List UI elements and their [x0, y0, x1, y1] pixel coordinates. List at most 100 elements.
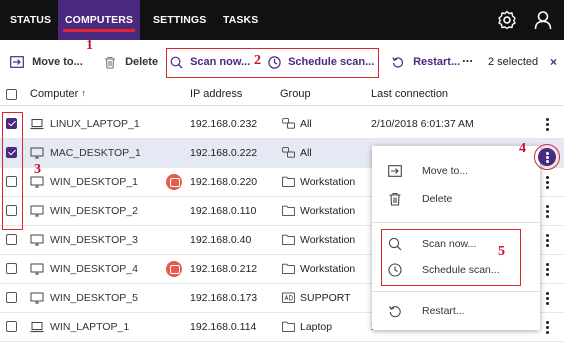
column-header-last-connection[interactable]: Last connection: [371, 88, 448, 100]
last-connection: 2/10/2018 6:01:37 AM: [371, 118, 474, 130]
kebab-dot: [545, 302, 549, 305]
menu-item-label: Restart...: [422, 305, 465, 317]
column-header-ip[interactable]: IP address: [190, 88, 242, 100]
desktop-icon: [30, 205, 44, 217]
group-name: All: [300, 147, 312, 159]
table-header: Computer ↑ IP address Group Last connect…: [0, 84, 564, 106]
restart-icon: [392, 57, 404, 68]
group-name: All: [300, 118, 312, 130]
row-checkbox[interactable]: [6, 234, 17, 245]
warning-badge-icon[interactable]: [166, 174, 182, 190]
desktop-icon: [30, 234, 44, 246]
kebab-dot: [545, 118, 549, 121]
kebab-dot: [545, 234, 549, 237]
annotation-number-2: 2: [254, 53, 261, 68]
clear-selection-button[interactable]: ×: [550, 54, 557, 70]
annotation-number-5: 5: [498, 244, 505, 259]
menu-divider: [372, 222, 540, 223]
restart-button[interactable]: Restart...: [392, 54, 460, 70]
kebab-dot: [545, 297, 549, 300]
computer-name[interactable]: LINUX_LAPTOP_1: [50, 118, 140, 130]
computer-name[interactable]: WIN_DESKTOP_2: [50, 205, 138, 217]
kebab-dot: [545, 181, 549, 184]
desktop-icon: [30, 147, 44, 159]
computer-name[interactable]: WIN_DESKTOP_5: [50, 292, 138, 304]
group-name: SUPPORT: [300, 292, 351, 304]
tab-computers[interactable]: COMPUTERS: [58, 0, 140, 40]
delete-label: Delete: [125, 56, 159, 69]
menu-item-restart[interactable]: Restart...: [372, 298, 540, 324]
menu-item-move-to[interactable]: Move to...: [372, 158, 540, 184]
move-to-label: Move to...: [32, 56, 83, 69]
column-header-computer[interactable]: Computer ↑: [30, 88, 86, 100]
kebab-dot: [545, 326, 549, 329]
computer-name[interactable]: WIN_DESKTOP_4: [50, 263, 138, 275]
computer-name[interactable]: MAC_DESKTOP_1: [50, 147, 141, 159]
group-name: Workstation: [300, 234, 356, 246]
row-actions-kebab[interactable]: [544, 118, 550, 132]
computer-header-label: Computer: [30, 88, 79, 100]
active-tab-underline: [63, 29, 135, 32]
ip-address: 192.168.0.110: [190, 205, 257, 217]
kebab-dot: [545, 331, 549, 334]
warning-badge-icon[interactable]: [166, 261, 182, 277]
group-name: Workstation: [300, 176, 356, 188]
tab-tasks[interactable]: TASKS: [223, 0, 258, 40]
kebab-dot: [545, 186, 549, 189]
kebab-dot: [545, 215, 549, 218]
kebab-dot: [545, 268, 549, 271]
group-name: Workstation: [300, 263, 356, 275]
ip-address: 192.168.0.114: [190, 321, 257, 333]
folder-icon: [282, 205, 295, 216]
column-header-group[interactable]: Group: [280, 88, 311, 100]
kebab-dot: [545, 123, 549, 126]
computer-name[interactable]: WIN_LAPTOP_1: [50, 321, 129, 333]
trash-icon: [105, 56, 115, 69]
more-options-button[interactable]: ...: [462, 50, 473, 66]
folder-icon: [282, 234, 295, 245]
row-actions-kebab[interactable]: [544, 321, 550, 335]
kebab-dot: [545, 128, 549, 131]
kebab-dot: [545, 292, 549, 295]
tab-computers-label: COMPUTERS: [65, 14, 133, 26]
delete-button[interactable]: Delete: [104, 54, 158, 70]
row-checkbox[interactable]: [6, 263, 17, 274]
annotation-number-1: 1: [86, 38, 93, 53]
move-to-icon: [388, 165, 402, 177]
table-row[interactable]: LINUX_LAPTOP_1 192.168.0.232 All 2/10/2018 …: [0, 110, 564, 139]
selected-count: 2 selected: [488, 56, 539, 68]
kebab-dot: [545, 263, 549, 266]
kebab-dot: [545, 244, 549, 247]
user-icon[interactable]: [533, 10, 553, 30]
folder-icon: [282, 263, 295, 274]
ip-address: 192.168.0.232: [190, 118, 258, 130]
ip-address: 192.168.0.220: [190, 176, 258, 188]
row-actions-kebab[interactable]: [544, 263, 550, 277]
row-checkbox[interactable]: [6, 321, 17, 332]
row-actions-kebab[interactable]: [544, 205, 550, 219]
row-actions-kebab[interactable]: [544, 176, 550, 190]
kebab-dot: [545, 239, 549, 242]
top-navigation-bar: STATUS COMPUTERS SETTINGS TASKS: [0, 0, 564, 40]
trash-icon: [389, 192, 401, 206]
computer-name[interactable]: WIN_DESKTOP_3: [50, 234, 138, 246]
row-actions-kebab[interactable]: [544, 234, 550, 248]
menu-divider: [372, 291, 540, 292]
select-all-checkbox[interactable]: [6, 89, 17, 100]
folder-icon: [282, 176, 295, 187]
kebab-dot: [545, 321, 549, 324]
move-to-button[interactable]: Move to...: [10, 54, 83, 70]
ad-folder-icon: [282, 292, 295, 303]
ip-address: 192.168.0.222: [190, 147, 258, 159]
annotation-circle-kebab: [534, 144, 560, 170]
tab-settings[interactable]: SETTINGS: [153, 0, 206, 40]
desktop-icon: [30, 292, 44, 304]
tab-status[interactable]: STATUS: [10, 0, 51, 40]
menu-item-delete[interactable]: Delete: [372, 186, 540, 212]
row-checkbox[interactable]: [6, 292, 17, 303]
computer-name[interactable]: WIN_DESKTOP_1: [50, 176, 138, 188]
kebab-dot: [545, 176, 549, 179]
row-actions-kebab[interactable]: [544, 292, 550, 306]
move-to-icon: [10, 56, 24, 68]
gear-icon[interactable]: [497, 10, 517, 30]
